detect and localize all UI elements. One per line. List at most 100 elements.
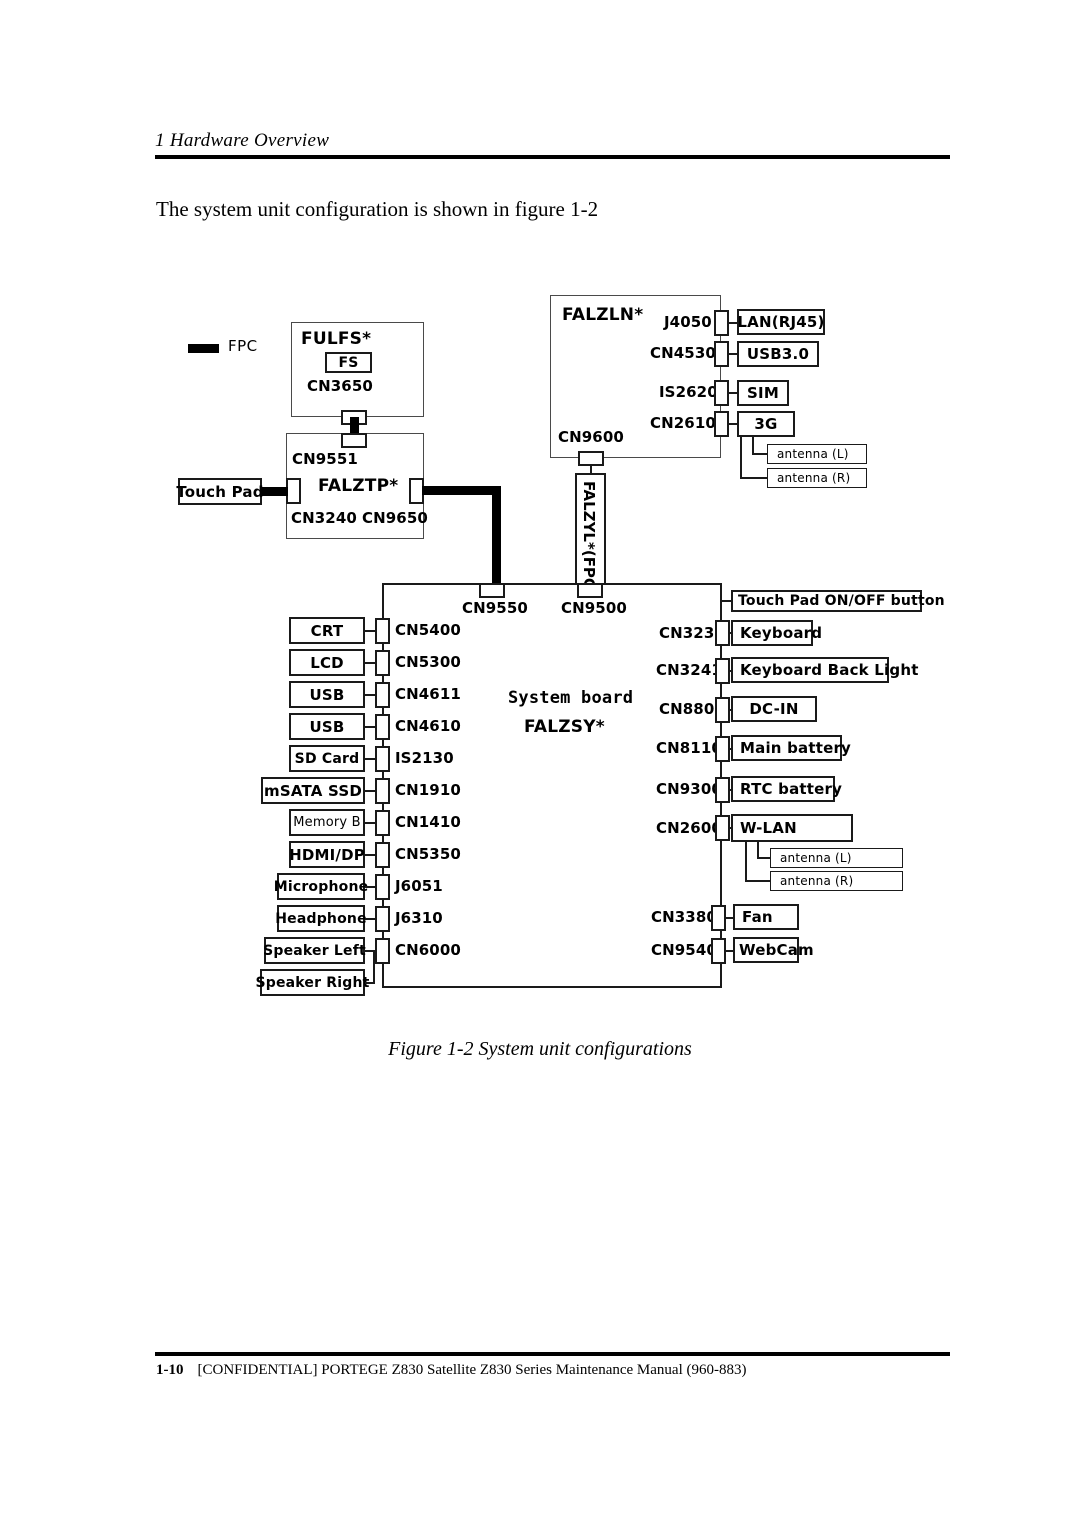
connector-label-cn3240: CN3240 xyxy=(291,509,357,527)
connector-tab-cn2610 xyxy=(714,411,729,437)
connector-label-cn2610: CN2610 xyxy=(650,414,716,432)
footer-page-number: 1-10 xyxy=(156,1362,184,1378)
figure-caption: Figure 1-2 System unit configurations xyxy=(388,1038,692,1060)
connector-label-cn9650: CN9650 xyxy=(362,509,428,527)
connector-tab-cn9551 xyxy=(341,433,367,448)
fpc-cable-swatch-icon xyxy=(188,344,219,353)
connector-tab-j6051 xyxy=(375,874,390,900)
connector-tab-cn9300 xyxy=(715,777,730,803)
connector-tab-cn5400 xyxy=(375,618,390,644)
wire-3g-antenna-r-v xyxy=(740,437,742,478)
peripheral-usb30: USB3.0 xyxy=(737,341,819,367)
connector-tab-is2130 xyxy=(375,746,390,772)
peripheral-usb-1: USB xyxy=(289,681,365,708)
peripheral-3g-antenna-l: antenna (L) xyxy=(767,444,867,464)
peripheral-speaker-left: Speaker Left xyxy=(263,937,366,964)
peripheral-wlan-antenna-r: antenna (R) xyxy=(770,871,903,891)
connector-tab-cn8800 xyxy=(715,697,730,723)
peripheral-3g: 3G xyxy=(737,411,795,437)
peripheral-touchpad-onoff-button: Touch Pad ON/OFF button xyxy=(731,590,945,612)
board-system-title-line2: FALZSY* xyxy=(524,717,605,737)
connector-tab-cn5350 xyxy=(375,842,390,868)
peripheral-keyboard: Keyboard xyxy=(731,620,822,646)
connector-label-cn3241: CN3241 xyxy=(656,661,722,679)
wire-wlan-antenna-l-v xyxy=(757,842,759,858)
connector-label-cn8110: CN8110 xyxy=(656,739,722,757)
connector-tab-cn8110 xyxy=(715,736,730,762)
peripheral-hdmi-dp: HDMI/DP xyxy=(289,841,365,868)
connector-label-cn9500: CN9500 xyxy=(561,599,627,617)
wire-3g-antenna-l-h xyxy=(752,453,768,455)
connector-label-cn1910: CN1910 xyxy=(395,781,461,799)
connector-tab-cn4611 xyxy=(375,682,390,708)
connector-label-is2130: IS2130 xyxy=(395,749,454,767)
peripheral-msata-ssd: mSATA SSD xyxy=(261,777,365,804)
system-unit-configuration-diagram: FPC FULFS* FS CN3650 CN9551 FALZTP* CN32… xyxy=(0,0,1080,1030)
wire-touchpad-onoff xyxy=(722,600,732,602)
peripheral-3g-antenna-r: antenna (R) xyxy=(767,468,867,488)
peripheral-lan-rj45: LAN(RJ45) xyxy=(737,309,825,335)
wire-wlan-antenna-r-v xyxy=(745,842,747,881)
connector-tab-cn3380 xyxy=(711,905,726,931)
connector-tab-cn5300 xyxy=(375,650,390,676)
connector-label-cn6000: CN6000 xyxy=(395,941,461,959)
connector-label-cn1410: CN1410 xyxy=(395,813,461,831)
footer-manual-text: [CONFIDENTIAL] PORTEGE Z830 Satellite Z8… xyxy=(197,1362,747,1378)
footer-divider xyxy=(155,1352,950,1356)
connector-tab-cn3241 xyxy=(715,658,730,684)
connector-tab-cn9550 xyxy=(479,583,505,598)
connector-tab-cn4610 xyxy=(375,714,390,740)
peripheral-wlan: W-LAN xyxy=(731,814,853,842)
connector-label-j4050: J4050 xyxy=(664,313,712,331)
connector-label-j6310: J6310 xyxy=(395,909,443,927)
peripheral-sim: SIM xyxy=(737,380,789,406)
wire-wlan-antenna-l-h xyxy=(757,857,771,859)
connector-label-cn5400: CN5400 xyxy=(395,621,461,639)
page-footer: 1-10 [CONFIDENTIAL] PORTEGE Z830 Satellit… xyxy=(156,1362,746,1379)
peripheral-sd-card: SD Card xyxy=(289,745,365,772)
connector-label-cn9600: CN9600 xyxy=(558,428,624,446)
connector-tab-cn1410 xyxy=(375,810,390,836)
fpc-cn9650-run-h xyxy=(422,486,501,495)
fulfs-fs-box: FS xyxy=(325,352,372,373)
connector-label-cn4530: CN4530 xyxy=(650,344,716,362)
connector-label-is2620: IS2620 xyxy=(659,383,718,401)
connector-label-cn4611: CN4611 xyxy=(395,685,461,703)
board-falzyl-title: FALZYL*(FPC) xyxy=(580,481,598,596)
peripheral-webcam: WebCam xyxy=(733,937,814,963)
peripheral-touch-pad: Touch Pad xyxy=(176,478,263,505)
peripheral-lcd: LCD xyxy=(289,649,365,676)
connector-tab-cn2600 xyxy=(715,815,730,841)
connector-label-cn5300: CN5300 xyxy=(395,653,461,671)
board-falztp-title: FALZTP* xyxy=(318,476,399,496)
board-fulfs-title: FULFS* xyxy=(301,329,372,349)
connector-label-cn3380: CN3380 xyxy=(651,908,717,926)
peripheral-usb-2: USB xyxy=(289,713,365,740)
connector-label-cn3650: CN3650 xyxy=(307,377,373,395)
connector-label-cn9551: CN9551 xyxy=(292,450,358,468)
peripheral-keyboard-back-light: Keyboard Back Light xyxy=(731,657,918,683)
wire-wlan-antenna-r-h xyxy=(745,880,771,882)
fpc-cn9650-run-v xyxy=(492,486,501,588)
connector-tab-cn3240 xyxy=(286,478,301,504)
connector-label-cn5350: CN5350 xyxy=(395,845,461,863)
connector-tab-is2620 xyxy=(714,380,729,406)
wire-3g-antenna-r-h xyxy=(740,477,768,479)
peripheral-rtc-battery: RTC battery xyxy=(731,776,842,802)
connector-tab-cn6000 xyxy=(375,938,390,964)
connector-label-cn2600: CN2600 xyxy=(656,819,722,837)
connector-tab-cn9500 xyxy=(577,583,603,598)
peripheral-crt: CRT xyxy=(289,617,365,644)
legend-label: FPC xyxy=(228,337,258,355)
connector-label-cn9550: CN9550 xyxy=(462,599,528,617)
connector-tab-j6310 xyxy=(375,906,390,932)
connector-tab-cn1910 xyxy=(375,778,390,804)
wire-speaker-right-v xyxy=(373,950,375,983)
peripheral-main-battery: Main battery xyxy=(731,735,851,761)
peripheral-speaker-right: Speaker Right xyxy=(255,969,369,996)
connector-label-cn4610: CN4610 xyxy=(395,717,461,735)
connector-tab-cn4530 xyxy=(714,341,729,367)
connector-tab-j4050 xyxy=(714,310,729,336)
peripheral-microphone: Microphone xyxy=(274,873,368,900)
connector-tab-cn9540 xyxy=(711,938,726,964)
